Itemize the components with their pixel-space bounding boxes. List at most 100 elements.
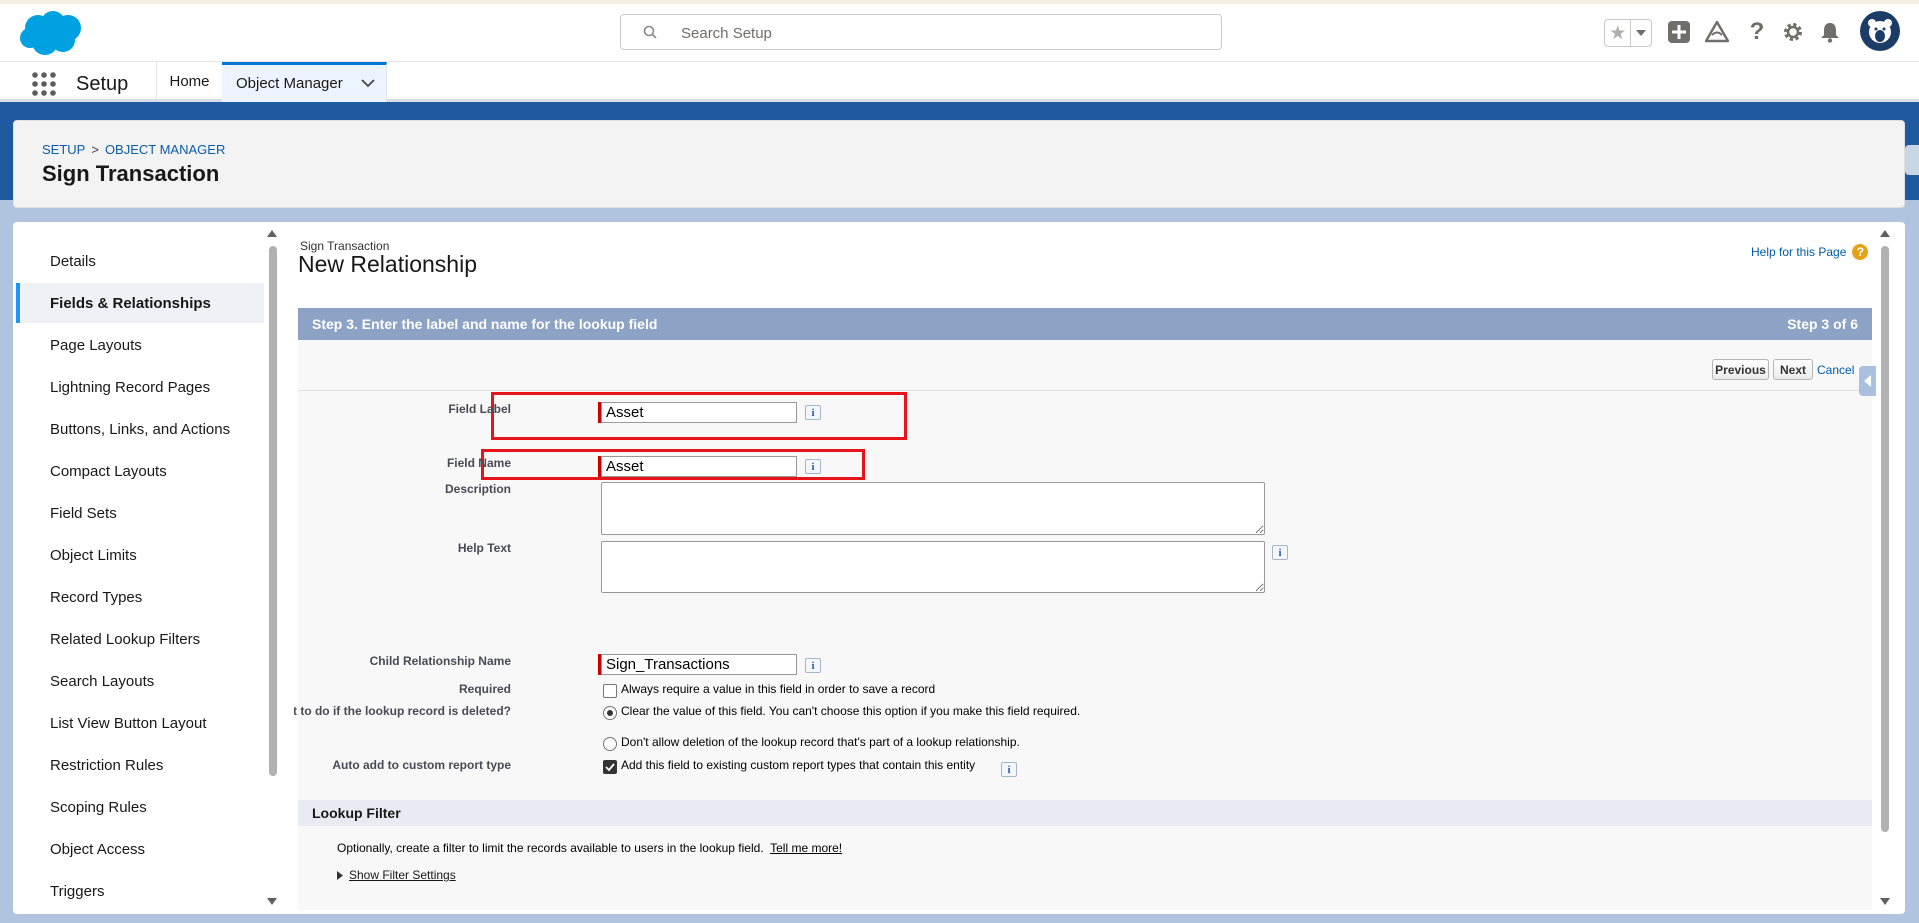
content-scrollbar-thumb[interactable] <box>1881 246 1889 832</box>
step-counter: Step 3 of 6 <box>1787 316 1858 332</box>
sidebar-item-scoping-rules[interactable]: Scoping Rules <box>16 787 264 827</box>
page-header: SETUP > OBJECT MANAGER Sign Transaction <box>13 120 1905 208</box>
field-name-input[interactable] <box>601 456 797 477</box>
scroll-up-arrow-icon[interactable] <box>1880 230 1890 237</box>
favorites-star-icon[interactable]: ★ <box>1605 20 1630 46</box>
info-icon[interactable]: i <box>805 658 821 673</box>
sidebar-item-compact-layouts[interactable]: Compact Layouts <box>16 451 264 491</box>
help-for-page-link[interactable]: Help for this Page ? <box>1751 244 1869 260</box>
expand-triangle-icon <box>337 870 343 880</box>
page-heading: New Relationship <box>298 251 477 277</box>
lookup-filter-title: Lookup Filter <box>312 805 401 821</box>
help-icon[interactable]: ? <box>1744 18 1770 45</box>
next-button[interactable]: Next <box>1773 359 1813 380</box>
tab-object-manager[interactable]: Object Manager <box>222 62 387 102</box>
content-frame: Sign Transaction New Relationship Help f… <box>294 226 1876 912</box>
sidebar-item-page-layouts[interactable]: Page Layouts <box>16 325 264 365</box>
sidebar-item-field-sets[interactable]: Field Sets <box>16 493 264 533</box>
sidebar-item-object-access[interactable]: Object Access <box>16 829 264 869</box>
prevent-deletion-radio[interactable] <box>603 737 617 751</box>
breadcrumb-object-manager[interactable]: OBJECT MANAGER <box>105 142 225 157</box>
breadcrumb: SETUP > OBJECT MANAGER <box>42 142 225 157</box>
description-textarea[interactable] <box>601 482 1265 535</box>
user-avatar[interactable] <box>1860 11 1900 51</box>
notifications-bell-icon[interactable] <box>1817 19 1843 45</box>
side-panel-tab[interactable] <box>1905 145 1919 175</box>
field-name-label: Field Name <box>446 456 511 470</box>
favorites-dropdown-icon[interactable] <box>1630 20 1651 46</box>
auto-add-checkbox[interactable] <box>603 760 617 774</box>
favorites-group[interactable]: ★ <box>1604 19 1652 47</box>
lookup-filter-section: Lookup Filter <box>298 800 1872 826</box>
sidebar-item-triggers[interactable]: Triggers <box>16 871 264 911</box>
sidebar-item-record-types[interactable]: Record Types <box>16 577 264 617</box>
previous-button[interactable]: Previous <box>1712 359 1769 380</box>
tab-object-manager-label: Object Manager <box>236 75 343 92</box>
lookup-filter-text: Optionally, create a filter to limit the… <box>337 841 764 855</box>
sidebar-item-buttons-links-actions[interactable]: Buttons, Links, and Actions <box>16 409 264 449</box>
help-text-textarea[interactable] <box>601 541 1265 593</box>
sidebar-item-fields-relationships[interactable]: Fields & Relationships <box>16 283 264 323</box>
global-actions-add-icon[interactable] <box>1666 19 1692 45</box>
prevent-deletion-option-text: Don't allow deletion of the lookup recor… <box>621 735 1020 749</box>
app-name: Setup <box>76 73 129 95</box>
scroll-down-arrow-icon[interactable] <box>267 898 277 905</box>
field-label-label: Field Label <box>448 402 511 416</box>
tell-me-more-link[interactable]: Tell me more! <box>770 841 842 855</box>
description-label: Description <box>444 482 511 496</box>
search-input[interactable] <box>679 21 1203 45</box>
app-launcher-icon[interactable] <box>31 71 57 97</box>
sidebar-item-search-layouts[interactable]: Search Layouts <box>16 661 264 701</box>
sidebar-scrollbar-thumb[interactable] <box>269 246 277 776</box>
field-label-input[interactable] <box>601 402 797 423</box>
clear-value-option-text: Clear the value of this field. You can't… <box>621 704 1081 718</box>
show-filter-settings-link[interactable]: Show Filter Settings <box>349 868 456 882</box>
sidebar-item-details[interactable]: Details <box>16 241 264 281</box>
form-area: Previous Next Cancel Field Label i Field… <box>294 340 1872 910</box>
required-option-text: Always require a value in this field in … <box>621 682 936 696</box>
info-icon[interactable]: i <box>805 459 821 474</box>
chevron-down-icon[interactable] <box>361 79 375 88</box>
setup-gear-icon[interactable] <box>1780 19 1806 45</box>
on-delete-label: What to do if the lookup record is delet… <box>294 704 511 718</box>
info-icon[interactable]: i <box>1272 545 1288 560</box>
sidebar-scrollbar[interactable] <box>266 228 278 908</box>
sidebar-item-lightning-record-pages[interactable]: Lightning Record Pages <box>16 367 264 407</box>
button-row-divider <box>298 390 1872 391</box>
sidebar-item-related-lookup-filters[interactable]: Related Lookup Filters <box>16 619 264 659</box>
show-filter-settings-toggle[interactable]: Show Filter Settings <box>337 868 456 882</box>
sidebar-item-object-limits[interactable]: Object Limits <box>16 535 264 575</box>
scroll-up-arrow-icon[interactable] <box>267 230 277 237</box>
help-link-text[interactable]: Help for this Page <box>1751 245 1846 259</box>
sidebar-item-list-view-button-layout[interactable]: List View Button Layout <box>16 703 264 743</box>
step-header: Step 3. Enter the label and name for the… <box>298 308 1872 340</box>
child-relationship-input[interactable] <box>601 654 797 675</box>
content-side-tab[interactable] <box>1859 366 1876 396</box>
content-scrollbar[interactable] <box>1878 228 1892 908</box>
checkmark-icon <box>605 763 615 772</box>
clear-value-radio[interactable] <box>603 706 617 720</box>
salesforce-logo[interactable] <box>18 10 84 56</box>
auto-add-option-text: Add this field to existing custom report… <box>621 758 976 772</box>
sidebar-item-restriction-rules[interactable]: Restriction Rules <box>16 745 264 785</box>
search-icon <box>643 25 657 39</box>
child-relationship-label: Child Relationship Name <box>369 654 511 668</box>
global-search[interactable] <box>620 14 1222 50</box>
help-question-icon[interactable]: ? <box>1852 244 1869 260</box>
scroll-down-arrow-icon[interactable] <box>1880 898 1890 905</box>
info-icon[interactable]: i <box>1001 762 1017 777</box>
tab-home[interactable]: Home <box>157 62 223 100</box>
breadcrumb-separator: > <box>91 142 99 157</box>
required-checkbox[interactable] <box>603 684 617 698</box>
cancel-link[interactable]: Cancel <box>1817 363 1854 377</box>
breadcrumb-setup[interactable]: SETUP <box>42 142 85 157</box>
info-icon[interactable]: i <box>805 405 821 420</box>
help-text-label: Help Text <box>457 541 511 555</box>
auto-add-label: Auto add to custom report type <box>332 758 511 772</box>
collapse-arrow-icon <box>1864 375 1871 387</box>
lookup-filter-description: Optionally, create a filter to limit the… <box>337 841 842 855</box>
required-label: Required <box>458 682 511 696</box>
sidebar: Details Fields & Relationships Page Layo… <box>16 226 264 910</box>
trailhead-icon[interactable] <box>1704 19 1730 45</box>
step-title: Step 3. Enter the label and name for the… <box>312 316 658 332</box>
